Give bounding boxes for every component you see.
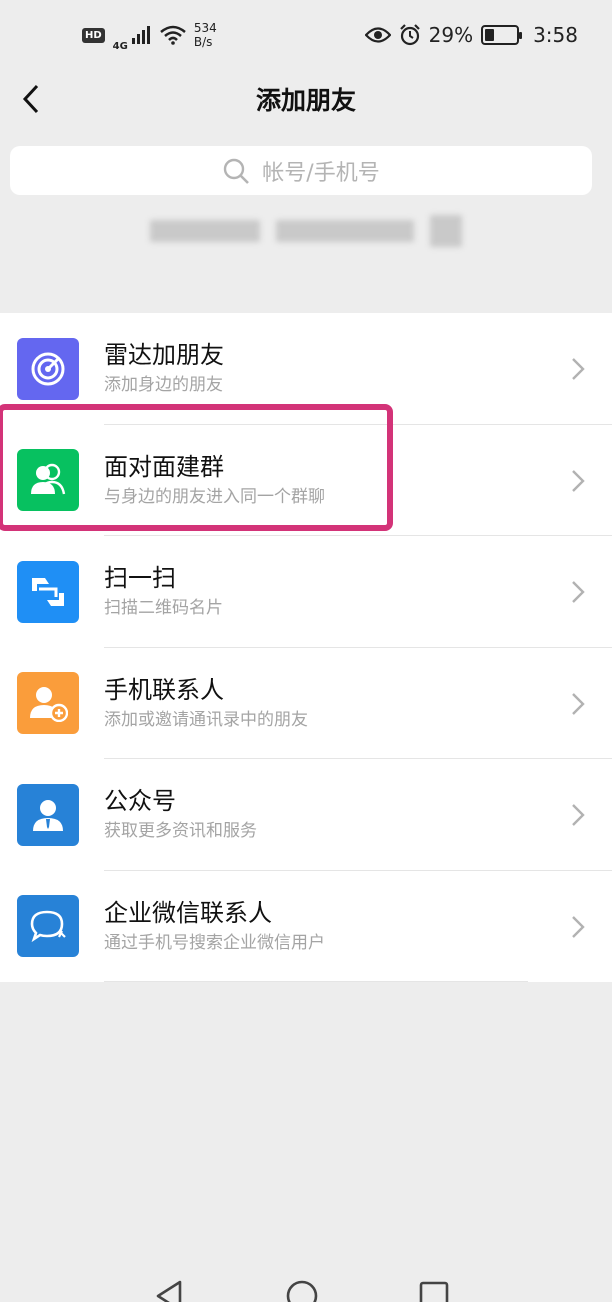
list-item-subtitle: 通过手机号搜索企业微信用户 — [104, 932, 325, 953]
list-item-text: 公众号 获取更多资讯和服务 — [104, 785, 257, 843]
search-icon — [224, 158, 250, 184]
hd-badge: HD — [82, 27, 105, 43]
network-speed: 534 B/s — [194, 21, 217, 49]
list-item-text: 雷达加朋友 添加身边的朋友 — [104, 339, 224, 397]
battery-percent: 29% — [428, 23, 474, 47]
chevron-right-icon — [572, 692, 585, 715]
blurred-account-label — [150, 220, 260, 242]
network-type: 4G — [112, 40, 128, 52]
phone-contacts-icon — [17, 672, 79, 735]
qr-code-icon — [430, 215, 462, 247]
chevron-right-icon — [572, 915, 585, 938]
list-item-text: 手机联系人 添加或邀请通讯录中的朋友 — [104, 674, 308, 732]
chevron-left-icon — [22, 84, 39, 114]
status-bar: HD 4G 534 B/s 29% 3:58 — [0, 0, 612, 70]
list-item-phone-contacts[interactable]: 手机联系人 添加或邀请通讯录中的朋友 — [0, 648, 612, 760]
chevron-right-icon — [572, 804, 585, 826]
battery-icon — [481, 25, 523, 45]
search-placeholder: 帐号/手机号 — [262, 160, 380, 186]
list-item-text: 企业微信联系人 通过手机号搜索企业微信用户 — [104, 897, 325, 955]
scan-icon — [17, 560, 79, 623]
work-wechat-icon — [17, 895, 79, 958]
list-item-work-wechat-contacts[interactable]: 企业微信联系人 通过手机号搜索企业微信用户 — [0, 871, 612, 983]
list-item-official-accounts[interactable]: 公众号 获取更多资讯和服务 — [0, 759, 612, 871]
official-account-icon — [17, 783, 79, 846]
chevron-right-icon — [572, 358, 585, 380]
add-friend-options: 雷达加朋友 添加身边的朋友 面对面建群 与身边的朋友进入同一个群聊 扫一扫 扫描… — [0, 313, 612, 982]
back-button[interactable] — [10, 78, 52, 120]
nav-recents-icon[interactable] — [418, 1280, 450, 1302]
page-title: 添加朋友 — [255, 86, 356, 115]
speed-unit: B/s — [193, 35, 213, 49]
list-item-title: 扫一扫 — [104, 564, 176, 592]
list-item-title: 手机联系人 — [104, 675, 224, 704]
search-input[interactable]: 帐号/手机号 — [10, 146, 592, 195]
chevron-right-icon — [572, 469, 585, 492]
list-item-text: 面对面建群 与身边的朋友进入同一个群聊 — [104, 451, 325, 509]
nav-back-icon[interactable] — [154, 1280, 186, 1302]
list-item-subtitle: 添加或邀请通讯录中的朋友 — [104, 709, 308, 730]
status-right: 29% 3:58 — [364, 23, 578, 47]
wifi-icon — [160, 25, 186, 45]
eye-icon — [364, 27, 391, 43]
list-item-title: 公众号 — [104, 787, 176, 815]
chevron-right-icon — [572, 581, 585, 603]
clock: 3:58 — [533, 23, 578, 47]
list-item-radar[interactable]: 雷达加朋友 添加身边的朋友 — [0, 313, 612, 425]
nav-home-icon[interactable] — [286, 1280, 318, 1302]
list-item-title: 面对面建群 — [104, 452, 224, 481]
list-item-subtitle: 与身边的朋友进入同一个群聊 — [104, 486, 325, 507]
status-left: HD 4G 534 B/s — [82, 19, 217, 52]
list-item-subtitle: 扫描二维码名片 — [104, 598, 223, 618]
list-item-face-to-face-group[interactable]: 面对面建群 与身边的朋友进入同一个群聊 — [0, 425, 612, 537]
list-item-title: 企业微信联系人 — [104, 898, 272, 927]
list-item-subtitle: 获取更多资讯和服务 — [104, 821, 257, 841]
radar-icon — [17, 337, 79, 400]
alarm-icon — [399, 24, 420, 46]
list-item-scan[interactable]: 扫一扫 扫描二维码名片 — [0, 536, 612, 648]
blurred-account-id — [276, 220, 414, 242]
list-item-title: 雷达加朋友 — [104, 341, 224, 369]
signal-icon — [131, 26, 150, 44]
list-item-subtitle: 添加身边的朋友 — [104, 375, 223, 395]
nav-header: 添加朋友 — [0, 70, 612, 128]
face-to-face-group-icon — [17, 449, 79, 512]
speed-value: 534 — [193, 21, 217, 35]
system-nav-bar — [0, 1268, 612, 1302]
list-item-text: 扫一扫 扫描二维码名片 — [104, 562, 223, 620]
my-account-id[interactable] — [0, 214, 612, 248]
